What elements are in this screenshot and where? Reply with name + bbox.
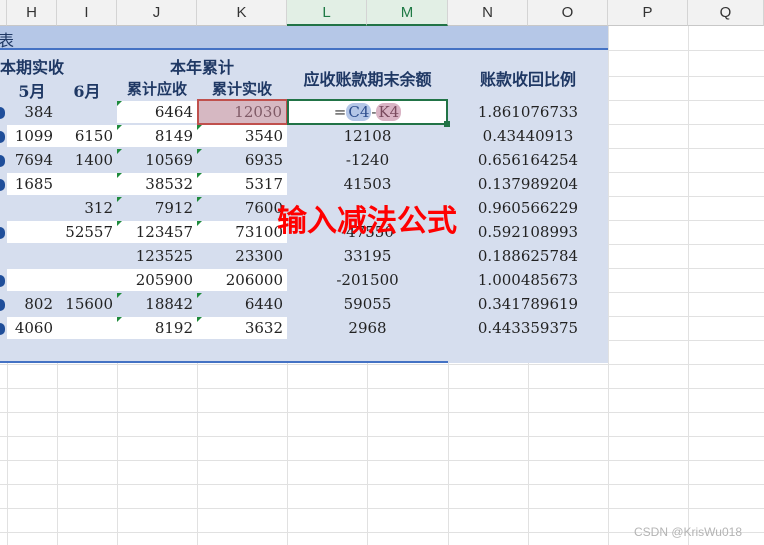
cell-ytd-receivable[interactable]: 8149 [117, 125, 197, 147]
cell-june[interactable]: 6150 [57, 125, 117, 147]
cell-may[interactable]: 4060 [7, 317, 57, 339]
cell-may[interactable] [7, 221, 57, 243]
cell-k4-referenced[interactable]: 12030 [197, 99, 288, 125]
watermark: CSDN @KrisWu018 [634, 525, 742, 539]
header-ytd-received: 累计实收 [211, 80, 272, 98]
cell-ratio[interactable]: 0.137989204 [448, 173, 608, 195]
header-june: 6月 [73, 82, 101, 101]
header-ytd-receivable: 累计应收 [126, 80, 187, 98]
cell-ytd-received[interactable]: 73100 [197, 221, 287, 243]
cell-balance[interactable]: 59055 [287, 293, 448, 315]
column-header-n[interactable]: N [448, 0, 528, 26]
formula-edit-cell[interactable]: = C4- K4 [287, 99, 448, 125]
column-header-partial[interactable] [0, 0, 7, 26]
cell-may[interactable]: 1099 [7, 125, 57, 147]
column-header-k[interactable]: K [197, 0, 287, 26]
cell-balance[interactable]: -1240 [287, 149, 448, 171]
cell-ratio[interactable]: 1.861076733 [448, 101, 608, 123]
cell-may[interactable]: 7694 [7, 149, 57, 171]
column-header-o[interactable]: O [528, 0, 608, 26]
cell-ytd-received[interactable]: 3632 [197, 317, 287, 339]
cell-ytd-receivable[interactable]: 18842 [117, 293, 197, 315]
cell-ratio[interactable]: 0.188625784 [448, 245, 608, 267]
header-period-actual: 本期实收 [0, 58, 65, 77]
column-header-j[interactable]: J [117, 0, 197, 26]
header-recovery-ratio: 账款收回比例 [479, 70, 576, 89]
cell-may[interactable] [7, 197, 57, 219]
cell-may[interactable]: 384 [7, 101, 57, 123]
cell-ytd-received[interactable]: 5317 [197, 173, 287, 195]
column-header-h[interactable]: H [7, 0, 57, 26]
cell-balance[interactable]: 2968 [287, 317, 448, 339]
cell-ytd-receivable[interactable]: 6464 [117, 101, 197, 123]
cell-june[interactable]: 52557 [57, 221, 117, 243]
cell-ytd-received[interactable]: 206000 [197, 269, 287, 291]
cell-ratio[interactable]: 0.341789619 [448, 293, 608, 315]
cell-june[interactable]: 312 [57, 197, 117, 219]
annotation-callout: 输入减法公式 [277, 204, 457, 239]
cell-ytd-receivable[interactable]: 8192 [117, 317, 197, 339]
column-header-q[interactable]: Q [688, 0, 764, 26]
cell-ytd-received[interactable]: 7600 [197, 197, 287, 219]
cell-ratio[interactable]: 0.592108993 [448, 221, 608, 243]
column-header-l[interactable]: L [287, 0, 367, 26]
cell-balance[interactable]: 41503 [287, 173, 448, 195]
cell-june[interactable] [57, 245, 117, 267]
cell-balance[interactable]: -201500 [287, 269, 448, 291]
cell-may[interactable]: 1685 [7, 173, 57, 195]
header-may: 5月 [18, 82, 46, 101]
column-header-m[interactable]: M [367, 0, 448, 26]
cell-ratio[interactable]: 0.960566229 [448, 197, 608, 219]
cell-ratio[interactable]: 1.000485673 [448, 269, 608, 291]
table-title-bar [0, 26, 608, 50]
header-ending-balance: 应收账款期末余额 [303, 70, 432, 89]
cell-ytd-receivable[interactable]: 205900 [117, 269, 197, 291]
formula-equals: = [333, 103, 347, 121]
table-title-fragment: 表 [0, 31, 15, 50]
cell-june[interactable] [57, 269, 117, 291]
cell-ratio[interactable]: 0.43440913 [448, 125, 608, 147]
cell-ytd-received[interactable]: 6935 [197, 149, 287, 171]
cell-may[interactable] [7, 245, 57, 267]
cell-june[interactable] [57, 317, 117, 339]
cell-ytd-receivable[interactable]: 123457 [117, 221, 197, 243]
cell-june[interactable]: 1400 [57, 149, 117, 171]
cell-may[interactable] [7, 269, 57, 291]
cell-june[interactable]: 15600 [57, 293, 117, 315]
cell-ytd-receivable[interactable]: 123525 [117, 245, 197, 267]
cell-ytd-receivable[interactable]: 7912 [117, 197, 197, 219]
cell-ytd-received[interactable]: 6440 [197, 293, 287, 315]
cell-ratio[interactable]: 0.656164254 [448, 149, 608, 171]
cell-ytd-receivable[interactable]: 38532 [117, 173, 197, 195]
cell-balance[interactable]: 12108 [287, 125, 448, 147]
cell-ytd-received[interactable]: 3540 [197, 125, 287, 147]
cell-balance[interactable]: 33195 [287, 245, 448, 267]
cell-may[interactable]: 802 [7, 293, 57, 315]
formula-ref-k4: K4 [376, 103, 402, 121]
formula-ref-c4: C4 [346, 103, 372, 121]
cell-june[interactable] [57, 101, 117, 123]
cell-ytd-received[interactable]: 23300 [197, 245, 287, 267]
cell-ratio[interactable]: 0.443359375 [448, 317, 608, 339]
cell-ytd-receivable[interactable]: 10569 [117, 149, 197, 171]
cell-june[interactable] [57, 173, 117, 195]
column-header-i[interactable]: I [57, 0, 117, 26]
header-ytd: 本年累计 [169, 58, 234, 77]
column-header-p[interactable]: P [608, 0, 688, 26]
table-bottom-border [0, 361, 448, 363]
